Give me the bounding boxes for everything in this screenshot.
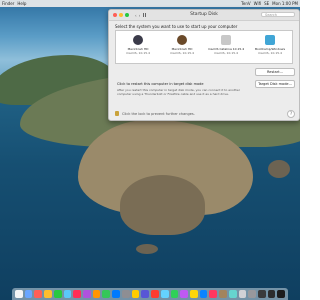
menu-item-help[interactable]: Help — [17, 1, 26, 6]
dock-app-icon[interactable] — [267, 290, 276, 298]
dock-app-icon[interactable] — [53, 290, 62, 298]
rock-formation-lower — [120, 175, 205, 235]
help-button[interactable]: ? — [287, 110, 295, 118]
startup-disk-list: Macintosh HD macOS, 10.15.4 Macintosh HD… — [115, 30, 293, 64]
dock-app-icon[interactable] — [180, 290, 188, 298]
disk-item[interactable]: Macintosh HD macOS, 10.15.4 — [166, 35, 198, 55]
dock-app-icon[interactable] — [73, 290, 82, 298]
restart-button[interactable]: Restart... — [255, 68, 295, 76]
disk-os: macOS, 10.15.4 — [125, 51, 151, 55]
dock-app-icon[interactable] — [44, 290, 52, 298]
dock-app-icon[interactable] — [102, 290, 111, 298]
status-item-se[interactable]: SE — [264, 1, 269, 6]
dock-app-icon[interactable] — [112, 290, 120, 298]
title-bar: ‹ › Startup Disk Search — [109, 10, 299, 21]
dock-app-icon[interactable] — [257, 290, 266, 298]
disk-icon — [133, 35, 143, 45]
dock-app-icon[interactable] — [199, 290, 208, 298]
disk-item[interactable]: BootCamp/Windows macOS, 10.15.4 — [254, 35, 286, 55]
status-item-tenv[interactable]: TenV — [241, 1, 251, 6]
dock-app-icon[interactable] — [15, 290, 23, 298]
dock — [12, 288, 288, 300]
dock-app-icon[interactable] — [63, 290, 72, 298]
disk-icon — [177, 35, 187, 45]
target-disk-description: After you restart this computer in targe… — [117, 88, 240, 96]
disk-os: macOS, 10.15.4 — [213, 51, 239, 55]
dock-app-icon[interactable] — [189, 290, 198, 298]
clock[interactable]: Mon 1:00 PM — [272, 1, 298, 6]
wifi-icon[interactable]: Wifi — [254, 1, 262, 6]
menu-bar: Finder Help TenV Wifi SE Mon 1:00 PM — [0, 0, 300, 7]
small-rock-right — [268, 160, 290, 178]
disk-item[interactable]: Macintosh HD macOS, 10.15.4 — [122, 35, 154, 55]
dock-app-icon[interactable] — [170, 290, 179, 298]
instruction-text: Select the system you want to use to sta… — [115, 24, 238, 29]
dock-app-icon[interactable] — [228, 290, 237, 298]
startup-disk-window: ‹ › Startup Disk Search Select the syste… — [108, 9, 300, 121]
search-input[interactable]: Search — [261, 12, 295, 17]
dock-app-icon[interactable] — [141, 290, 150, 298]
lock-text: Click the lock to prevent further change… — [122, 111, 195, 116]
dock-app-icon[interactable] — [121, 290, 130, 298]
disk-os: macOS, 10.15.4 — [257, 51, 283, 55]
windows-drive-icon — [265, 35, 275, 45]
disk-os: macOS, 10.15.4 — [169, 51, 195, 55]
target-disk-heading: Click to restart this computer in target… — [117, 82, 204, 86]
dock-app-icon[interactable] — [219, 290, 227, 298]
disk-item[interactable]: macOS Catalina 10.15.4 macOS, 10.15.4 — [208, 35, 244, 55]
dock-app-icon[interactable] — [248, 290, 256, 298]
dock-app-icon[interactable] — [238, 290, 247, 298]
dock-app-icon[interactable] — [160, 290, 169, 298]
dock-app-icon[interactable] — [131, 290, 140, 298]
dock-app-icon[interactable] — [277, 290, 286, 298]
target-disk-mode-button[interactable]: Target Disk mode... — [255, 80, 295, 88]
lock-icon[interactable] — [115, 111, 119, 116]
desktop-screen: Finder Help TenV Wifi SE Mon 1:00 PM ‹ ›… — [0, 0, 300, 300]
dock-app-icon[interactable] — [209, 290, 218, 298]
dock-app-icon[interactable] — [151, 290, 159, 298]
dock-app-icon[interactable] — [92, 290, 101, 298]
dock-app-icon[interactable] — [34, 290, 43, 298]
lock-row: Click the lock to prevent further change… — [115, 111, 195, 116]
small-rock-bottom — [136, 244, 158, 254]
hard-drive-icon — [221, 35, 231, 45]
dock-app-icon[interactable] — [83, 290, 91, 298]
menu-item-finder[interactable]: Finder — [2, 1, 14, 6]
dock-app-icon[interactable] — [24, 290, 33, 298]
